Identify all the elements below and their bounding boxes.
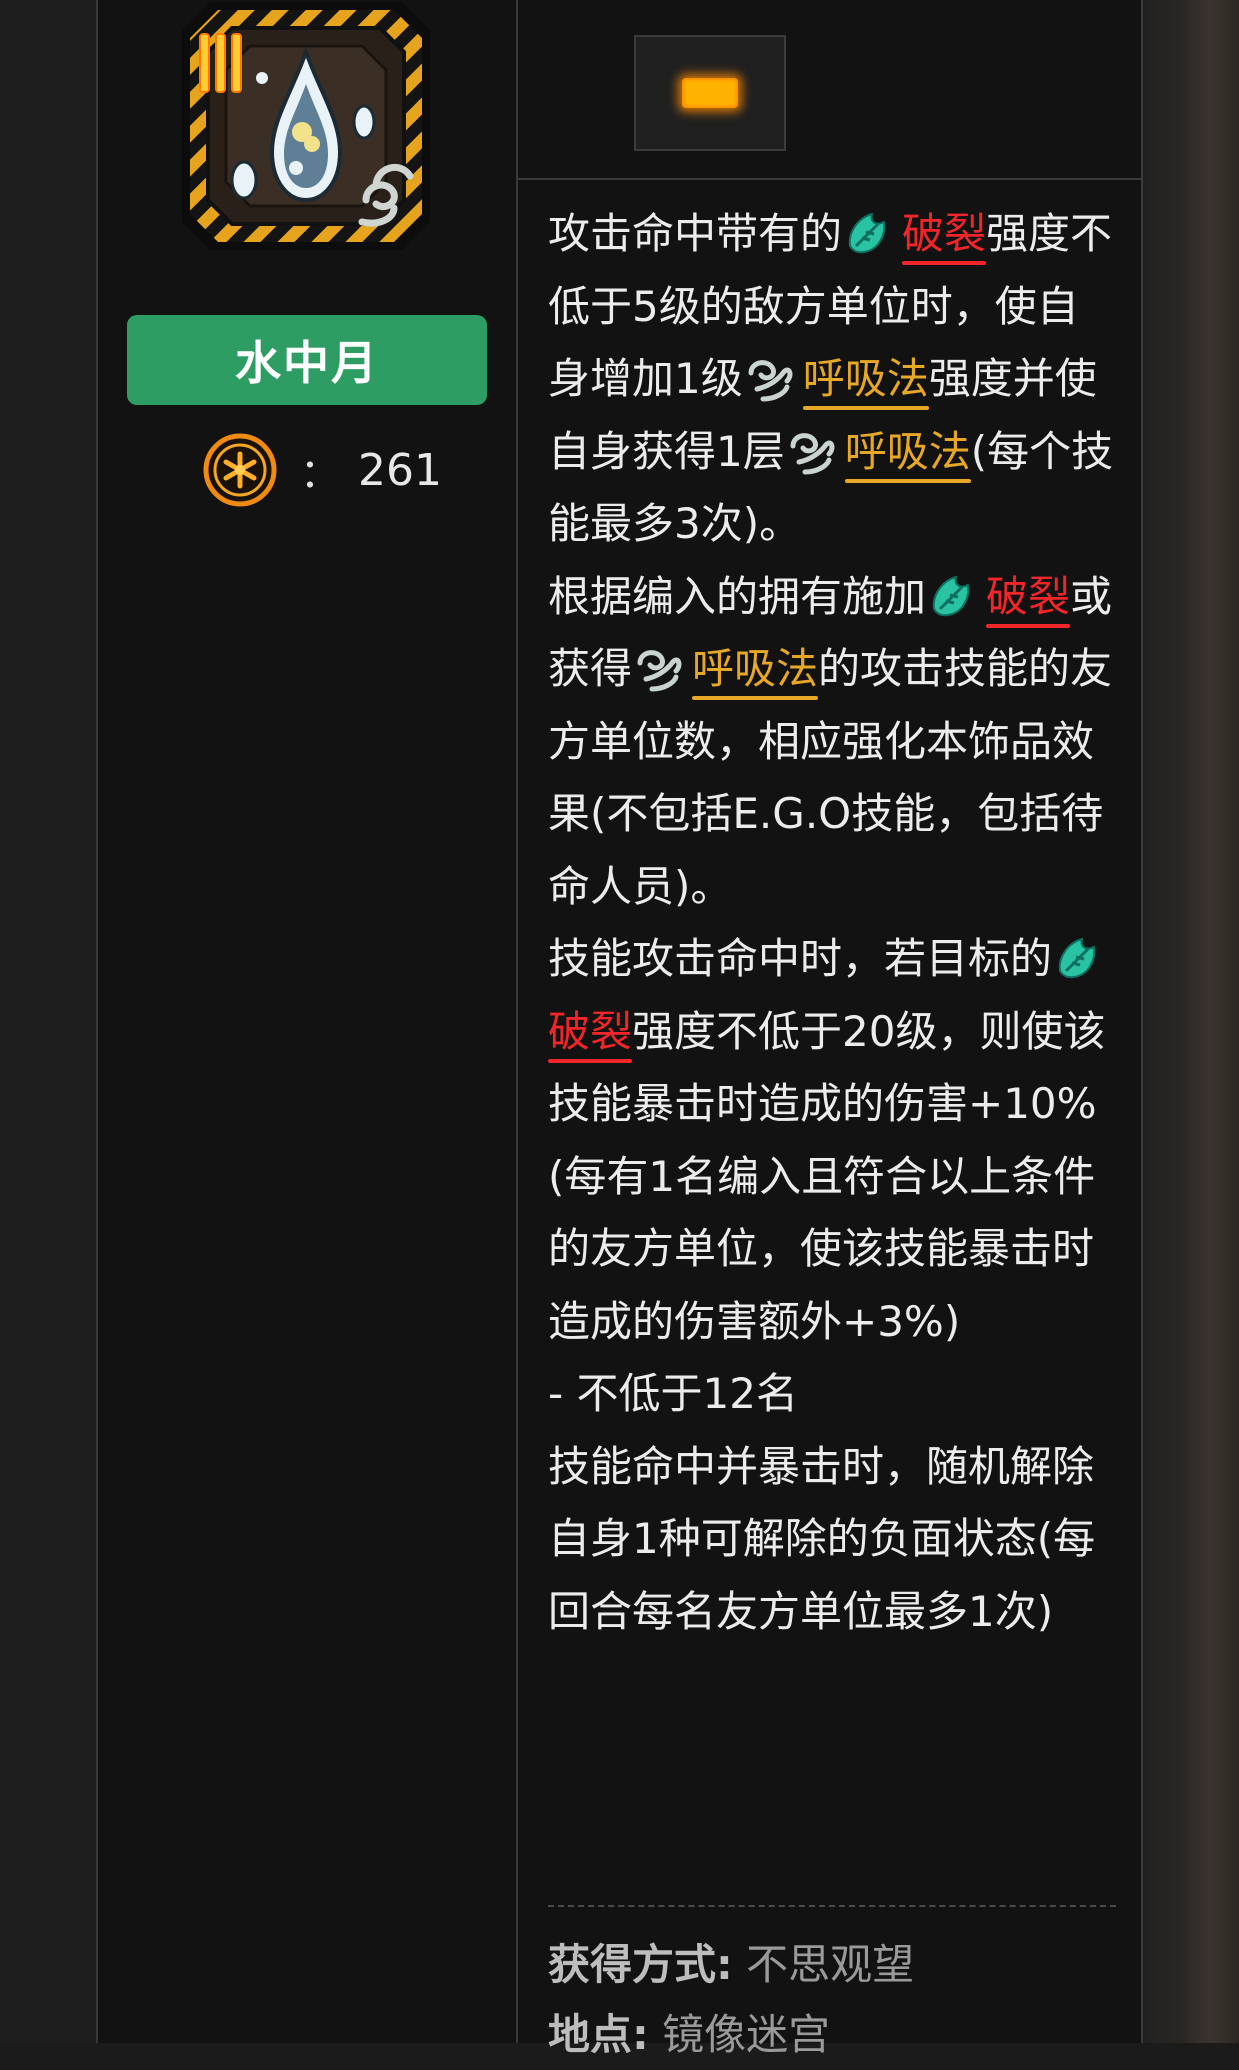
cost-row: ： 261 — [202, 432, 442, 508]
acquisition-location-value: 镜像迷宫 — [662, 2010, 831, 2059]
keyword-rupture[interactable]: 破裂 — [548, 1007, 633, 1064]
gift-name: 水中月 — [235, 336, 379, 390]
dashed-divider — [548, 1905, 1116, 1907]
background-right — [1143, 0, 1239, 2043]
effect-description: 攻击命中带有的 破裂强度不低于5级的敌方单位时，使自身增加1级 呼吸法强度并使自身获… — [548, 198, 1116, 1648]
keyword-breath[interactable]: 呼吸法 — [692, 644, 819, 701]
effect-paragraph-2: 根据编入的拥有施加 破裂或获得 呼吸法的攻击技能的友方单位数，相应强化本饰品效果(不… — [548, 561, 1116, 924]
text-segment: 技能攻击命中时，若目标的 — [548, 934, 1053, 983]
background-left — [0, 0, 96, 2043]
tier-row — [518, 0, 1141, 180]
cost-cog-icon — [203, 433, 277, 507]
water-drop-gift-icon — [182, 2, 430, 250]
rupture-icon — [848, 212, 886, 254]
acquisition-method-row: 获得方式: 不思观望 — [548, 1930, 1128, 2000]
acquisition-method-value: 不思观望 — [746, 1940, 915, 1989]
acquisition-method-label: 获得方式: — [548, 1940, 733, 1989]
acquisition-location-label: 地点: — [548, 2010, 649, 2059]
tier-indicator — [634, 35, 786, 151]
keyword-breath[interactable]: 呼吸法 — [802, 354, 929, 411]
keyword-rupture[interactable]: 破裂 — [986, 572, 1071, 629]
effect-paragraph-5: 技能命中并暴击时，随机解除自身1种可解除的负面状态(每回合每名友方单位最多1次) — [548, 1441, 1096, 1636]
breath-icon — [790, 432, 835, 474]
text-segment: 攻击命中带有的 — [548, 209, 843, 258]
gift-name-badge: 水中月 — [127, 315, 487, 405]
acquisition-info: 获得方式: 不思观望 地点: 镜像迷宫 — [548, 1930, 1128, 2070]
tier-bar — [682, 78, 738, 108]
gift-description-column: 攻击命中带有的 破裂强度不低于5级的敌方单位时，使自身增加1级 呼吸法强度并使自身获… — [518, 0, 1141, 2059]
acquisition-location-row: 地点: 镜像迷宫 — [548, 2000, 1128, 2070]
rupture-icon — [932, 575, 970, 616]
effect-paragraph-1: 攻击命中带有的 破裂强度不低于5级的敌方单位时，使自身增加1级 呼吸法强度并使自身获… — [548, 198, 1116, 561]
cost-separator: ： — [300, 451, 340, 497]
effect-paragraph-4: - 不低于12名 — [548, 1369, 798, 1418]
breath-icon — [637, 650, 682, 692]
breath-icon — [748, 360, 793, 402]
keyword-breath[interactable]: 呼吸法 — [844, 427, 971, 484]
rupture-icon — [1058, 937, 1096, 979]
keyword-rupture[interactable]: 破裂 — [902, 209, 987, 266]
text-segment: 根据编入的拥有施加 — [548, 571, 927, 621]
gift-detail-panel: 水中月 ： 261 攻击命中带有的 破裂强度不低于5级的敌方单位时，使自身增加1… — [96, 0, 1143, 2059]
text-segment: 强度不低于20级，则使该技能暴击时造成的伤害+10%(每有1名编入且符合以上条件… — [548, 1006, 1106, 1346]
effect-paragraph-3: 技能攻击命中时，若目标的破裂强度不低于20级，则使该技能暴击时造成的伤害+10%… — [548, 923, 1116, 1358]
cost-value: 261 — [358, 444, 442, 496]
gift-summary-column: 水中月 ： 261 — [98, 0, 518, 2043]
